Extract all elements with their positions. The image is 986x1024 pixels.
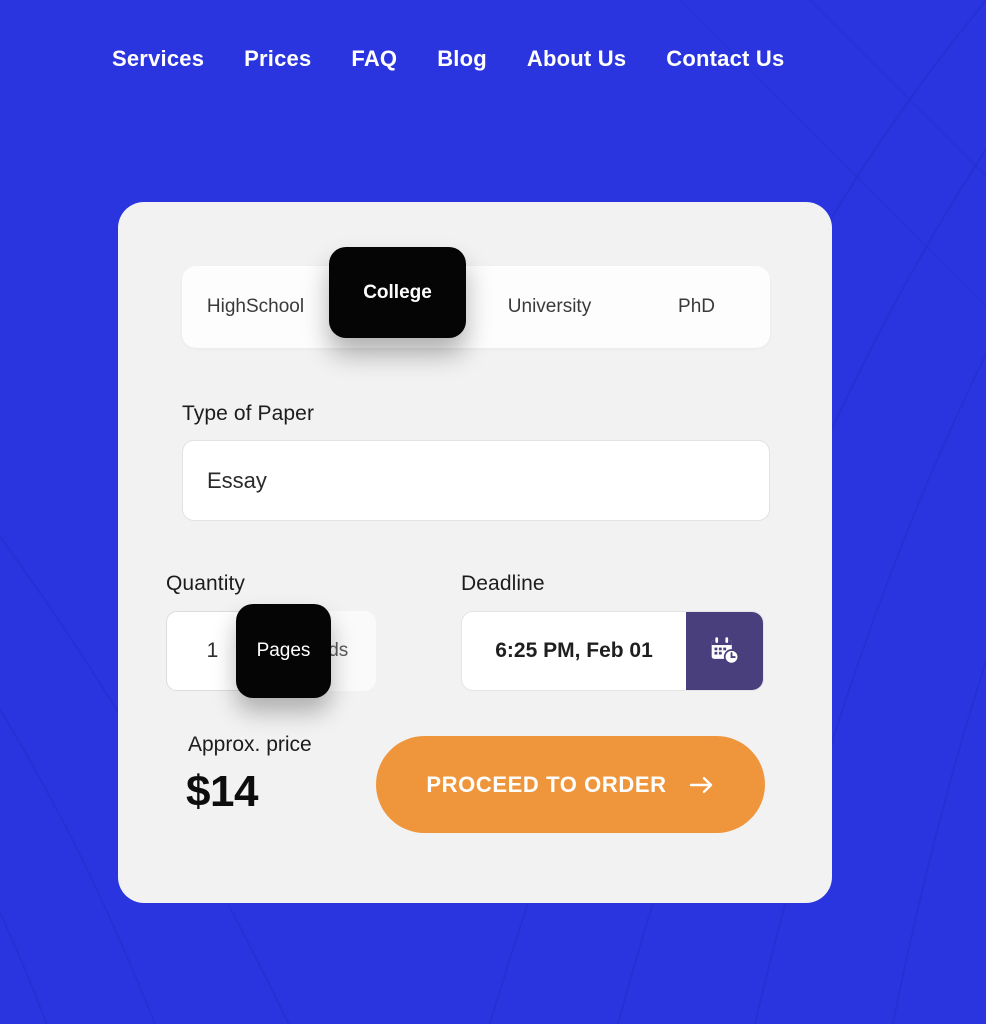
academic-level-tabs: HighSchool University PhD College [182, 247, 770, 348]
proceed-to-order-label: PROCEED TO ORDER [426, 771, 667, 797]
deadline-field: 6:25 PM, Feb 01 [461, 611, 764, 691]
deadline-picker-button[interactable] [686, 612, 763, 690]
deadline-value[interactable]: 6:25 PM, Feb 01 [462, 612, 686, 690]
unit-option-pages-active[interactable]: Pages [236, 604, 331, 698]
nav-item-prices[interactable]: Prices [244, 46, 311, 72]
nav-item-about-us[interactable]: About Us [527, 46, 626, 72]
quantity-label: Quantity [166, 572, 246, 595]
deadline-label: Deadline [461, 572, 545, 595]
academic-level-bar: HighSchool University PhD [182, 266, 770, 348]
calendar-clock-icon [711, 637, 739, 665]
main-navigation: Services Prices FAQ Blog About Us Contac… [112, 46, 784, 72]
nav-item-blog[interactable]: Blog [437, 46, 487, 72]
paper-type-select[interactable]: Essay [182, 440, 770, 521]
nav-item-faq[interactable]: FAQ [351, 46, 397, 72]
quantity-value: 1 [206, 639, 219, 662]
level-tab-highschool[interactable]: HighSchool [182, 296, 329, 318]
order-calculator-card: HighSchool University PhD College Type o… [118, 202, 832, 903]
nav-item-services[interactable]: Services [112, 46, 204, 72]
paper-type-value: Essay [207, 467, 267, 493]
approx-price-label: Approx. price [188, 733, 312, 756]
level-tab-phd[interactable]: PhD [623, 296, 770, 318]
paper-type-label: Type of Paper [182, 402, 315, 425]
proceed-to-order-button[interactable]: PROCEED TO ORDER [376, 736, 765, 833]
level-tab-university[interactable]: University [476, 296, 623, 318]
unit-option-pages-label: Pages [256, 640, 311, 661]
nav-item-contact-us[interactable]: Contact Us [666, 46, 784, 72]
approx-price-value: $14 [186, 767, 258, 816]
level-tab-college-label: College [363, 281, 432, 303]
arrow-right-icon [689, 776, 712, 793]
level-tab-college-active[interactable]: College [329, 247, 466, 338]
